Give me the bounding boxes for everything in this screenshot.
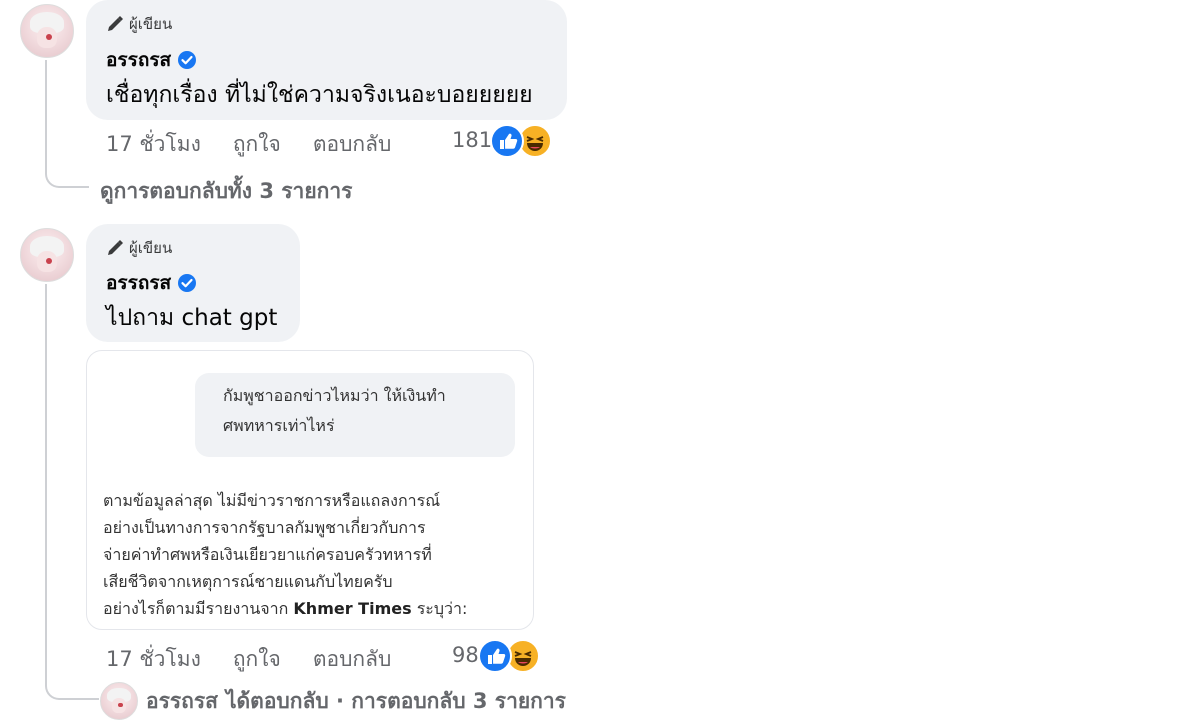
comment-text: ไปถาม chat gpt: [106, 305, 278, 331]
avatar[interactable]: [20, 4, 74, 58]
avatar: [100, 682, 138, 720]
comment-text: เชื่อทุกเรื่อง ที่ไม่ใช่ความจริงเนอะบอยย…: [106, 82, 533, 108]
question-line: ศพทหารเท่าไหร่: [223, 416, 335, 435]
like-reaction-icon: [478, 639, 512, 673]
reply-summary-link[interactable]: อรรถรส ได้ตอบกลับ · การตอบกลับ 3 รายการ: [100, 682, 566, 720]
author-badge: ผู้เขียน: [106, 12, 172, 36]
reply-summary-name: อรรถรส: [146, 688, 218, 713]
pen-icon: [106, 15, 124, 33]
commenter-name[interactable]: อรรถรส: [106, 268, 171, 298]
answer-line: เสียชีวิตจากเหตุการณ์ชายแดนกับไทยครับ: [103, 572, 393, 591]
like-button[interactable]: ถูกใจ: [233, 643, 281, 676]
avatar[interactable]: [20, 228, 74, 282]
comment-timestamp[interactable]: 17 ชั่วโมง: [106, 643, 201, 676]
verified-badge-icon: [177, 50, 197, 70]
reaction-icons[interactable]: [490, 124, 552, 158]
answer-line: อย่างเป็นทางการจากรัฐบาลกัมพูชาเกี่ยวกับ…: [103, 518, 426, 537]
reply-button[interactable]: ตอบกลับ: [313, 643, 392, 676]
verified-badge-icon: [177, 273, 197, 293]
pen-icon: [106, 239, 124, 257]
answer-line: จ่ายค่าทำศพหรือเงินเยียวยาแก่ครอบครัวทหา…: [103, 545, 432, 564]
view-replies-link[interactable]: ดูการตอบกลับทั้ง 3 รายการ: [100, 175, 352, 208]
comment-timestamp[interactable]: 17 ชั่วโมง: [106, 128, 201, 161]
reaction-icons[interactable]: [478, 639, 540, 673]
thread-line: [45, 60, 89, 188]
answer-line: อย่างไรก็ตามมีรายงานจาก Khmer Times ระบุ…: [103, 599, 468, 618]
author-badge-label: ผู้เขียน: [129, 239, 173, 257]
chatgpt-question: กัมพูชาออกข่าวไหมว่า ให้เงินทำ ศพทหารเท่…: [195, 373, 515, 457]
author-badge-label: ผู้เขียน: [129, 15, 173, 33]
like-reaction-icon: [490, 124, 524, 158]
answer-line: ตามข้อมูลล่าสุด ไม่มีข่าวราชการหรือแถลงก…: [103, 491, 441, 510]
commenter-name[interactable]: อรรถรส: [106, 45, 171, 75]
question-line: กัมพูชาออกข่าวไหมว่า ให้เงินทำ: [223, 386, 446, 405]
reply-button[interactable]: ตอบกลับ: [313, 128, 392, 161]
like-button[interactable]: ถูกใจ: [233, 128, 281, 161]
reaction-count[interactable]: 181: [452, 128, 492, 152]
author-badge: ผู้เขียน: [106, 236, 172, 260]
chatgpt-answer: ตามข้อมูลล่าสุด ไม่มีข่าวราชการหรือแถลงก…: [103, 487, 467, 622]
attachment-image[interactable]: กัมพูชาออกข่าวไหมว่า ให้เงินทำ ศพทหารเท่…: [86, 350, 534, 630]
reply-summary-text: ได้ตอบกลับ · การตอบกลับ 3 รายการ: [225, 688, 566, 713]
reaction-count[interactable]: 98: [452, 643, 479, 667]
